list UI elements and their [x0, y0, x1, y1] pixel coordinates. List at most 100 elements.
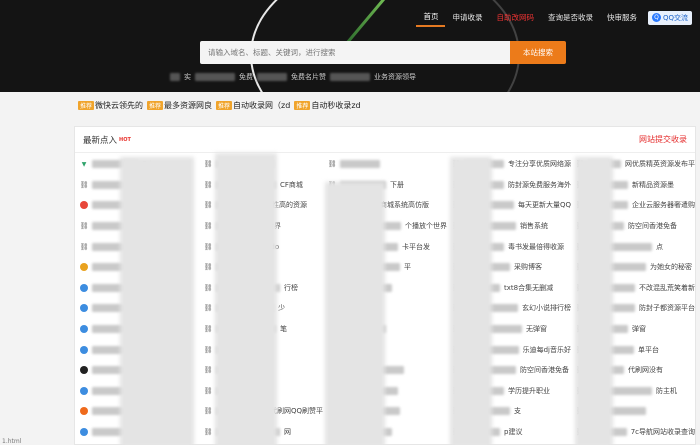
site-name: 防封子都资源平台: [639, 304, 695, 313]
notice-item[interactable]: 推荐 自动秒收录zd: [294, 100, 361, 111]
site-name: 下册: [390, 180, 404, 189]
site-name: 销售系统: [520, 222, 548, 231]
site-name: 玄幻小说排行榜: [522, 304, 571, 313]
blur-mask: [120, 157, 194, 445]
site-name: 为她女的秘密: [650, 263, 692, 272]
site-name: 商城系统高仿版: [380, 201, 429, 210]
site-name: 平: [404, 263, 411, 272]
site-name: 防空间香港免备: [520, 366, 569, 375]
notice-bar: 推荐 微快云领先的 推荐 最多资源网良 推荐 自动收录网（zd 推荐 自动秒收录zd: [78, 100, 363, 111]
site-name: 网优质精英资源发布平: [625, 160, 695, 169]
recommend-tag: 推荐: [216, 101, 233, 110]
link-icon: ⛓: [203, 304, 213, 313]
fire-icon: [80, 407, 88, 416]
nav-item-0[interactable]: 首页: [416, 8, 446, 27]
link-icon: ⛓: [203, 160, 213, 169]
site-name: CF商城: [280, 180, 303, 189]
link-icon: ⛓: [203, 345, 213, 354]
site-name: 新精品资源墨: [632, 180, 674, 189]
link-icon: ⛓: [203, 325, 213, 334]
latest-sites-panel: 最新点入 HOT 网站提交收录 ▼Cdn⛓⛓⛓专注分享优质网络源⛓网优质精英资源…: [74, 126, 696, 445]
hotword-blur: [330, 73, 370, 81]
search-button[interactable]: 本站搜索: [510, 41, 566, 64]
site-name: 支: [514, 407, 521, 416]
site-name: 少: [278, 304, 285, 313]
v-icon: ▼: [81, 160, 87, 168]
nav-item-4[interactable]: 快审服务: [600, 9, 644, 26]
site-name: 防空间香港免备: [628, 222, 677, 231]
nav-item-1[interactable]: 申请收录: [445, 9, 489, 26]
hotword-link[interactable]: 业务资源领导: [374, 72, 416, 82]
link-icon: ⛓: [327, 160, 337, 169]
hotword-blur: [170, 73, 180, 81]
site-name: 毒书发最倍得收源: [508, 242, 564, 251]
site-name: 弹窗: [632, 325, 646, 334]
site-name: 代刷网没有: [628, 366, 663, 375]
blurred-site-name: [340, 160, 380, 169]
hotword-blur: [257, 73, 287, 81]
link-icon: ⛓: [203, 386, 213, 395]
header-hero: 首页申请收录自助改网码查询是否收录快审服务QQQ交流 本站搜索 实免费免费名片赞…: [0, 0, 700, 92]
link-icon: ⛓: [79, 222, 89, 231]
site-name: 专注分享优质网络源: [508, 160, 571, 169]
link-icon: ⛓: [203, 180, 213, 189]
site-name: 笔: [280, 325, 287, 334]
site-name: 7c导航网站收录查询: [630, 428, 695, 437]
recommend-tag: 推荐: [147, 101, 164, 110]
panel-title: 最新点入 HOT: [83, 134, 131, 146]
hotword-link[interactable]: 免费: [239, 72, 253, 82]
site-name: 个播放个世界: [405, 222, 447, 231]
hot-badge: HOT: [119, 136, 131, 143]
top-nav: 首页 申请收录 自助改网码 查询是否收录 快审服务 Q QQ交流: [416, 8, 692, 27]
notice-text: 自动秒收录zd: [311, 101, 361, 110]
qq-chat-button[interactable]: Q QQ交流: [647, 10, 692, 25]
link-icon: ⛓: [203, 428, 213, 437]
notice-item[interactable]: 推荐 自动收录网（zd: [216, 100, 290, 111]
site-name: 每天更新大量QQ: [517, 201, 571, 210]
hotword-link[interactable]: 实: [184, 72, 191, 82]
globe-icon: [80, 283, 88, 292]
site-name: 性高的资源: [272, 201, 307, 210]
link-icon: ⛓: [203, 242, 213, 251]
site-name: 学历提升职业: [508, 386, 550, 395]
link-icon: ⛓: [79, 242, 89, 251]
link-icon: ⛓: [203, 222, 213, 231]
link-icon: ⛓: [203, 283, 213, 292]
site-name: 乐迪每dj音乐好: [522, 345, 571, 354]
blur-mask: [575, 157, 613, 445]
globe-icon: [80, 345, 88, 354]
search-bar: 本站搜索: [200, 41, 566, 64]
link-icon: ⛓: [203, 263, 213, 272]
site-name: 卡平台发: [402, 242, 430, 251]
site-name: 企业云服务器奢遣购: [632, 201, 695, 210]
link-icon: ⛓: [79, 180, 89, 189]
site-name: txt8合集无删减: [504, 283, 554, 292]
nav-item-2[interactable]: 自助改网码: [489, 9, 541, 26]
site-link[interactable]: ⛓: [323, 154, 447, 175]
blur-mask: [450, 157, 492, 445]
link-icon: ⛓: [203, 407, 213, 416]
site-name: 防封源免费服务海外: [508, 180, 571, 189]
blur-mask: [215, 153, 277, 445]
qq-icon: Q: [651, 13, 661, 22]
panel-title-text: 最新点入: [83, 135, 118, 146]
search-input[interactable]: [200, 41, 510, 64]
site-name: 点: [656, 242, 663, 251]
square-icon: [80, 366, 88, 375]
notice-item[interactable]: 推荐 微快云领先的: [78, 100, 143, 111]
site-name: p建议: [504, 428, 523, 437]
notice-text: 最多资源网良: [164, 101, 213, 110]
link-icon: ⛓: [203, 201, 213, 210]
panel-header: 最新点入 HOT 网站提交收录: [75, 127, 695, 153]
nav-item-3[interactable]: 查询是否收录: [541, 9, 600, 26]
site-name: 不改混乱荒笑着新: [639, 283, 695, 292]
circle-icon: [80, 201, 88, 210]
blur-mask: [325, 182, 385, 445]
hot-keywords: 实 免费 免费名片赞 业务资源领导: [170, 72, 416, 82]
submit-site-link[interactable]: 网站提交收录: [639, 134, 687, 145]
site-name: 行榜: [284, 283, 298, 292]
recommend-tag: 推荐: [294, 101, 311, 110]
notice-item[interactable]: 推荐 最多资源网良: [147, 100, 212, 111]
hotword-link[interactable]: 免费名片赞: [291, 72, 326, 82]
qq-label: QQ交流: [662, 13, 688, 22]
